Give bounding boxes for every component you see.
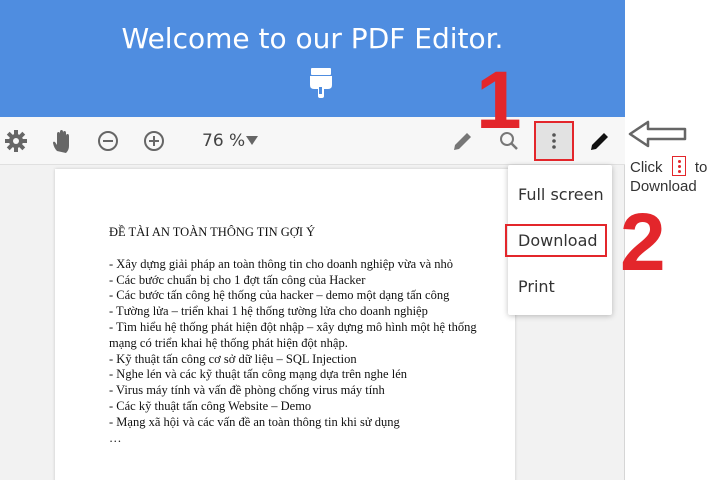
pencil-icon[interactable]: [451, 129, 475, 153]
document-line: - Xây dựng giải pháp an toàn thông tin c…: [109, 256, 454, 271]
menu-item-full-screen[interactable]: Full screen: [518, 185, 604, 204]
document-line: - Tìm hiểu hệ thống phát hiện đột nhập –…: [109, 319, 477, 350]
more-vert-icon: [552, 133, 556, 149]
document-line: …: [109, 430, 122, 445]
pen-icon[interactable]: [588, 129, 612, 153]
hand-icon[interactable]: [50, 129, 74, 153]
hint-click-text: Click: [630, 159, 663, 176]
document-line: - Mạng xã hội và các vấn đề an toàn thôn…: [109, 414, 400, 429]
zoom-dropdown-icon[interactable]: [246, 136, 258, 146]
document-line: - Kỹ thuật tấn công cơ sở dữ liệu – SQL …: [109, 351, 357, 366]
step-number-2: 2: [620, 197, 666, 288]
pdf-page: ĐỀ TÀI AN TOÀN THÔNG TIN GỢI Ý - Xây dựn…: [55, 169, 515, 480]
document-line: - Virus máy tính và vấn đề phòng chống v…: [109, 383, 385, 398]
hint-download-text: Download: [630, 178, 697, 195]
welcome-banner: Welcome to our PDF Editor.: [0, 0, 625, 117]
arrow-left-icon: [628, 120, 687, 148]
document-line: - Các bước tấn công hệ thống của hacker …: [109, 288, 450, 303]
document-content: ĐỀ TÀI AN TOÀN THÔNG TIN GỢI Ý - Xây dựn…: [109, 225, 479, 446]
zoom-out-icon[interactable]: [96, 129, 120, 153]
menu-item-print[interactable]: Print: [518, 277, 555, 296]
more-vert-icon: [671, 156, 686, 176]
banner-title: Welcome to our PDF Editor.: [121, 22, 504, 55]
document-lines: - Xây dựng giải pháp an toàn thông tin c…: [109, 257, 479, 447]
document-line: - Các kỹ thuật tấn công Website – Demo: [109, 398, 312, 413]
step-number-1: 1: [476, 55, 522, 146]
gear-icon[interactable]: [4, 129, 28, 153]
document-line: - Tường lửa – triển khai 1 hệ thống tườn…: [109, 304, 428, 319]
document-title: ĐỀ TÀI AN TOÀN THÔNG TIN GỢI Ý: [109, 225, 316, 239]
instruction-hint: Click to Download: [630, 156, 720, 200]
download-highlight-box: [505, 224, 607, 257]
toolbar: 76 %: [0, 117, 625, 165]
more-options-button[interactable]: [534, 121, 574, 161]
document-line: - Các bước chuẩn bị cho 1 đợt tấn công c…: [109, 272, 366, 287]
zoom-in-icon[interactable]: [142, 129, 166, 153]
zoom-level[interactable]: 76 %: [202, 131, 245, 151]
document-line: - Nghe lén và các kỹ thuật tấn công mạng…: [109, 367, 407, 382]
hint-to-text: to: [694, 159, 708, 176]
pointing-hand-icon: [310, 68, 332, 98]
